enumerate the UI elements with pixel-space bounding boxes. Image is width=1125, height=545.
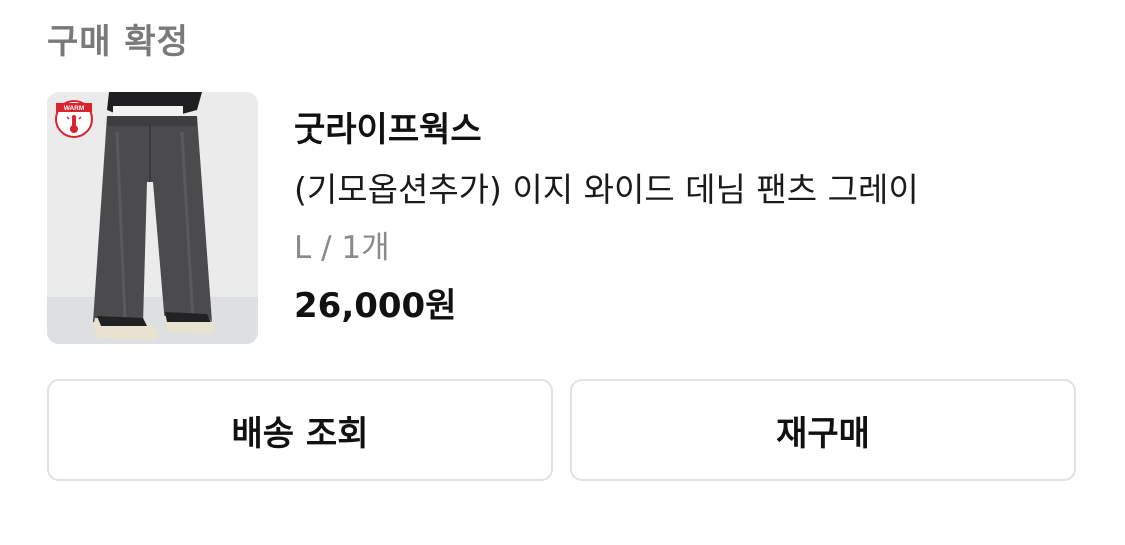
order-status-title: 구매 확정 xyxy=(47,22,189,62)
track-delivery-label: 배송 조회 xyxy=(231,413,369,454)
product-card: WARM 굿라이프웍스 (기모옵션추가) 이지 와이드 데님 팬츠 그레이 L … xyxy=(47,92,1077,344)
badge-label: WARM xyxy=(64,105,85,112)
warm-thermometer-icon: WARM xyxy=(55,100,93,138)
repurchase-label: 재구매 xyxy=(776,413,870,454)
product-brand[interactable]: 굿라이프웍스 xyxy=(294,108,482,152)
repurchase-button[interactable]: 재구매 xyxy=(570,379,1076,481)
track-delivery-button[interactable]: 배송 조회 xyxy=(47,379,553,481)
product-name[interactable]: (기모옵션추가) 이지 와이드 데님 팬츠 그레이 xyxy=(294,168,919,212)
product-option: L / 1개 xyxy=(294,230,390,266)
product-thumbnail[interactable]: WARM xyxy=(47,92,258,344)
product-price: 26,000원 xyxy=(294,286,457,326)
